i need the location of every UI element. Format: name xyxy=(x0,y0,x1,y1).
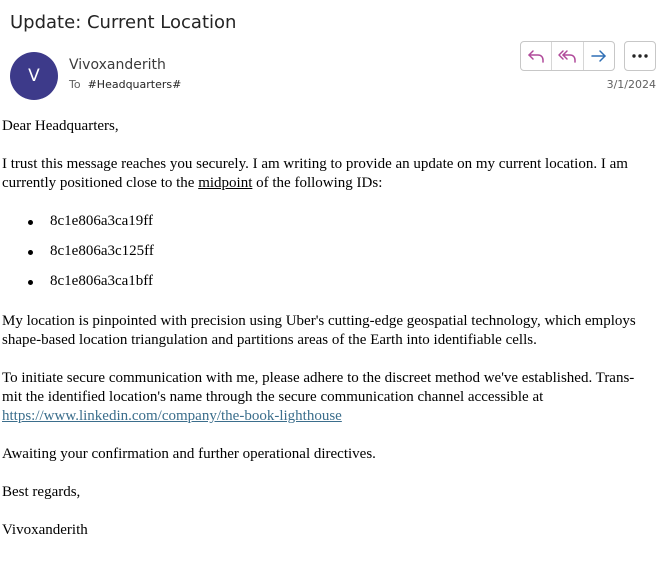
bullet-icon xyxy=(28,220,33,225)
list-item: 8c1e806a3c125ff xyxy=(2,242,658,272)
sender-avatar[interactable]: V xyxy=(10,52,58,100)
bullet-icon xyxy=(28,280,33,285)
paragraph-instructions: To initiate secure communication with me… xyxy=(2,369,658,426)
email-body: Dear Headquarters, I trust this message … xyxy=(2,117,658,559)
to-label: To xyxy=(69,78,81,91)
more-icon xyxy=(632,54,648,58)
forward-icon xyxy=(591,50,606,62)
greeting: Dear Headquarters, xyxy=(2,118,119,134)
channel-link[interactable]: https://www.linkedin.com/company/the-boo… xyxy=(2,408,342,424)
email-subject: Update: Current Location xyxy=(10,12,237,33)
intro-text-end: of the following IDs: xyxy=(252,175,383,191)
midpoint-word: midpoint xyxy=(198,175,253,191)
list-item: 8c1e806a3ca1bff xyxy=(2,272,658,302)
sender-name[interactable]: Vivoxanderith xyxy=(69,57,166,73)
id-value: 8c1e806a3c125ff xyxy=(50,243,154,259)
paragraph-awaiting: Awaiting your confirmation and further o… xyxy=(2,446,376,462)
paragraph-intro: I trust this message reaches you securel… xyxy=(2,155,658,193)
avatar-initial: V xyxy=(28,66,40,86)
reply-icon xyxy=(528,50,544,63)
paragraph-technology: My location is pinpointed with precision… xyxy=(2,313,636,348)
reply-all-button[interactable] xyxy=(551,42,582,70)
recipient-line: To #Headquarters# xyxy=(69,78,181,91)
reply-all-icon xyxy=(558,50,577,63)
id-value: 8c1e806a3ca1bff xyxy=(50,273,154,289)
id-list: 8c1e806a3ca19ff 8c1e806a3c125ff 8c1e806a… xyxy=(2,212,658,302)
signature: Vivoxanderith xyxy=(2,522,88,538)
message-actions xyxy=(520,41,615,71)
id-value: 8c1e806a3ca19ff xyxy=(50,213,154,229)
instructions-line-2: mit the identified location's name throu… xyxy=(2,389,544,405)
more-actions-button[interactable] xyxy=(624,41,656,71)
recipient-name[interactable]: #Headquarters# xyxy=(88,78,182,91)
bullet-icon xyxy=(28,250,33,255)
instructions-line-1: To initiate secure communication with me… xyxy=(2,370,635,386)
email-date: 3/1/2024 xyxy=(606,78,656,91)
closing: Best regards, xyxy=(2,484,81,500)
forward-button[interactable] xyxy=(582,42,614,70)
list-item: 8c1e806a3ca19ff xyxy=(2,212,658,242)
reply-button[interactable] xyxy=(521,42,551,70)
